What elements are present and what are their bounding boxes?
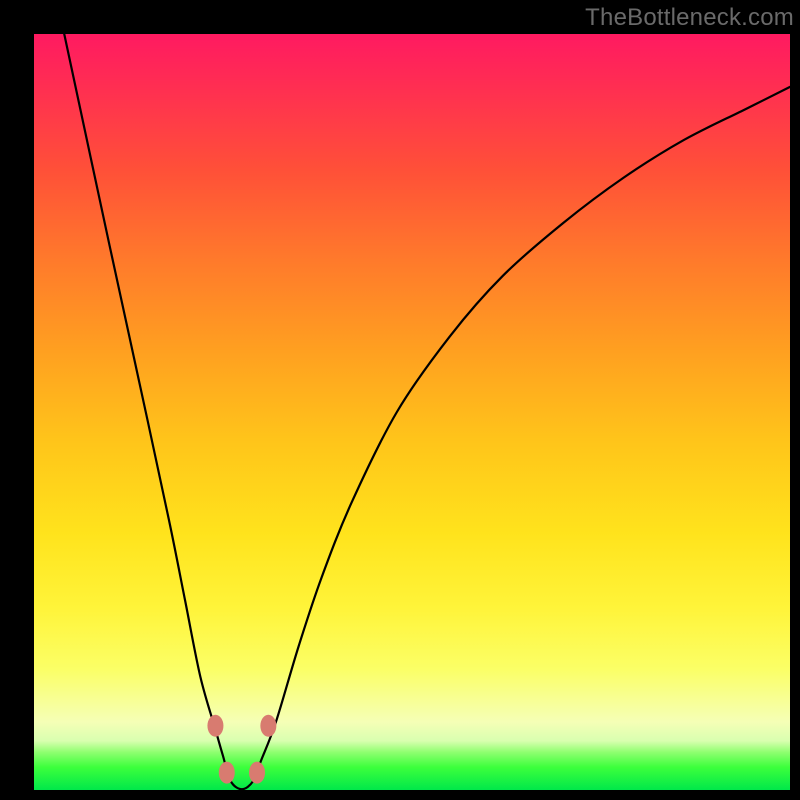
chart-frame: TheBottleneck.com (0, 0, 800, 800)
attribution-watermark: TheBottleneck.com (585, 4, 794, 32)
chart-svg (34, 34, 790, 790)
curve-marker (207, 715, 223, 737)
curve-marker (260, 715, 276, 737)
chart-plot-area (34, 34, 790, 790)
curve-marker (219, 762, 235, 784)
bottleneck-curve (64, 34, 790, 789)
curve-marker (249, 762, 265, 784)
